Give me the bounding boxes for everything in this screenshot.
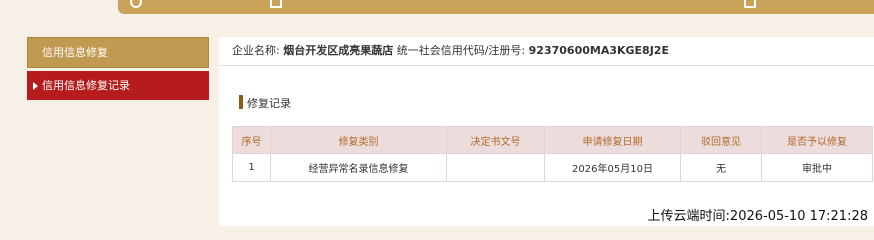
repair-records-table: 序号 修复类别 决定书文号 申请修复日期 驳回意见 是否予以修复 1 经营异常名… — [232, 126, 873, 182]
section-title-text: 修复记录 — [247, 97, 291, 110]
table-header-row: 序号 修复类别 决定书文号 申请修复日期 驳回意见 是否予以修复 — [232, 126, 873, 154]
table-cell: 审批中 — [761, 153, 873, 182]
table-cell: 1 — [232, 153, 271, 182]
doc-icon — [270, 0, 282, 8]
company-info: 企业名称: 烟台开发区成亮果蔬店 统一社会信用代码/注册号: 92370600M… — [219, 37, 874, 66]
credit-code-label: 统一社会信用代码/注册号: — [396, 44, 526, 57]
column-header: 驳回意见 — [680, 126, 762, 154]
sidebar: 信用信息修复 信用信息修复记录 — [27, 37, 209, 100]
circle-icon — [130, 0, 142, 8]
sidebar-header[interactable]: 信用信息修复 — [27, 37, 209, 68]
caret-right-icon — [33, 82, 38, 90]
company-name-label: 企业名称: — [232, 44, 280, 57]
doc-icon — [744, 0, 756, 8]
sidebar-item-repair-records[interactable]: 信用信息修复记录 — [27, 71, 209, 100]
table-row: 1 经营异常名录信息修复 2026年05月10日 无 审批中 — [232, 153, 873, 182]
table-cell — [446, 153, 545, 182]
column-header: 是否予以修复 — [761, 126, 873, 154]
credit-code: 92370600MA3KGE8J2E — [528, 44, 669, 57]
top-banner — [118, 0, 874, 14]
column-header: 序号 — [232, 126, 271, 154]
column-header: 申请修复日期 — [544, 126, 681, 154]
table-cell: 2026年05月10日 — [544, 153, 681, 182]
main-panel: 企业名称: 烟台开发区成亮果蔬店 统一社会信用代码/注册号: 92370600M… — [219, 37, 874, 226]
column-header: 修复类别 — [270, 126, 447, 154]
section-marker — [239, 95, 243, 109]
column-header: 决定书文号 — [446, 126, 545, 154]
section-title: 修复记录 — [239, 95, 291, 111]
upload-timestamp: 上传云端时间:2026-05-10 17:21:28 — [647, 209, 868, 224]
table-cell: 无 — [680, 153, 762, 182]
company-name: 烟台开发区成亮果蔬店 — [283, 44, 394, 57]
table-cell: 经营异常名录信息修复 — [270, 153, 447, 182]
sidebar-item-label: 信用信息修复记录 — [42, 79, 130, 92]
